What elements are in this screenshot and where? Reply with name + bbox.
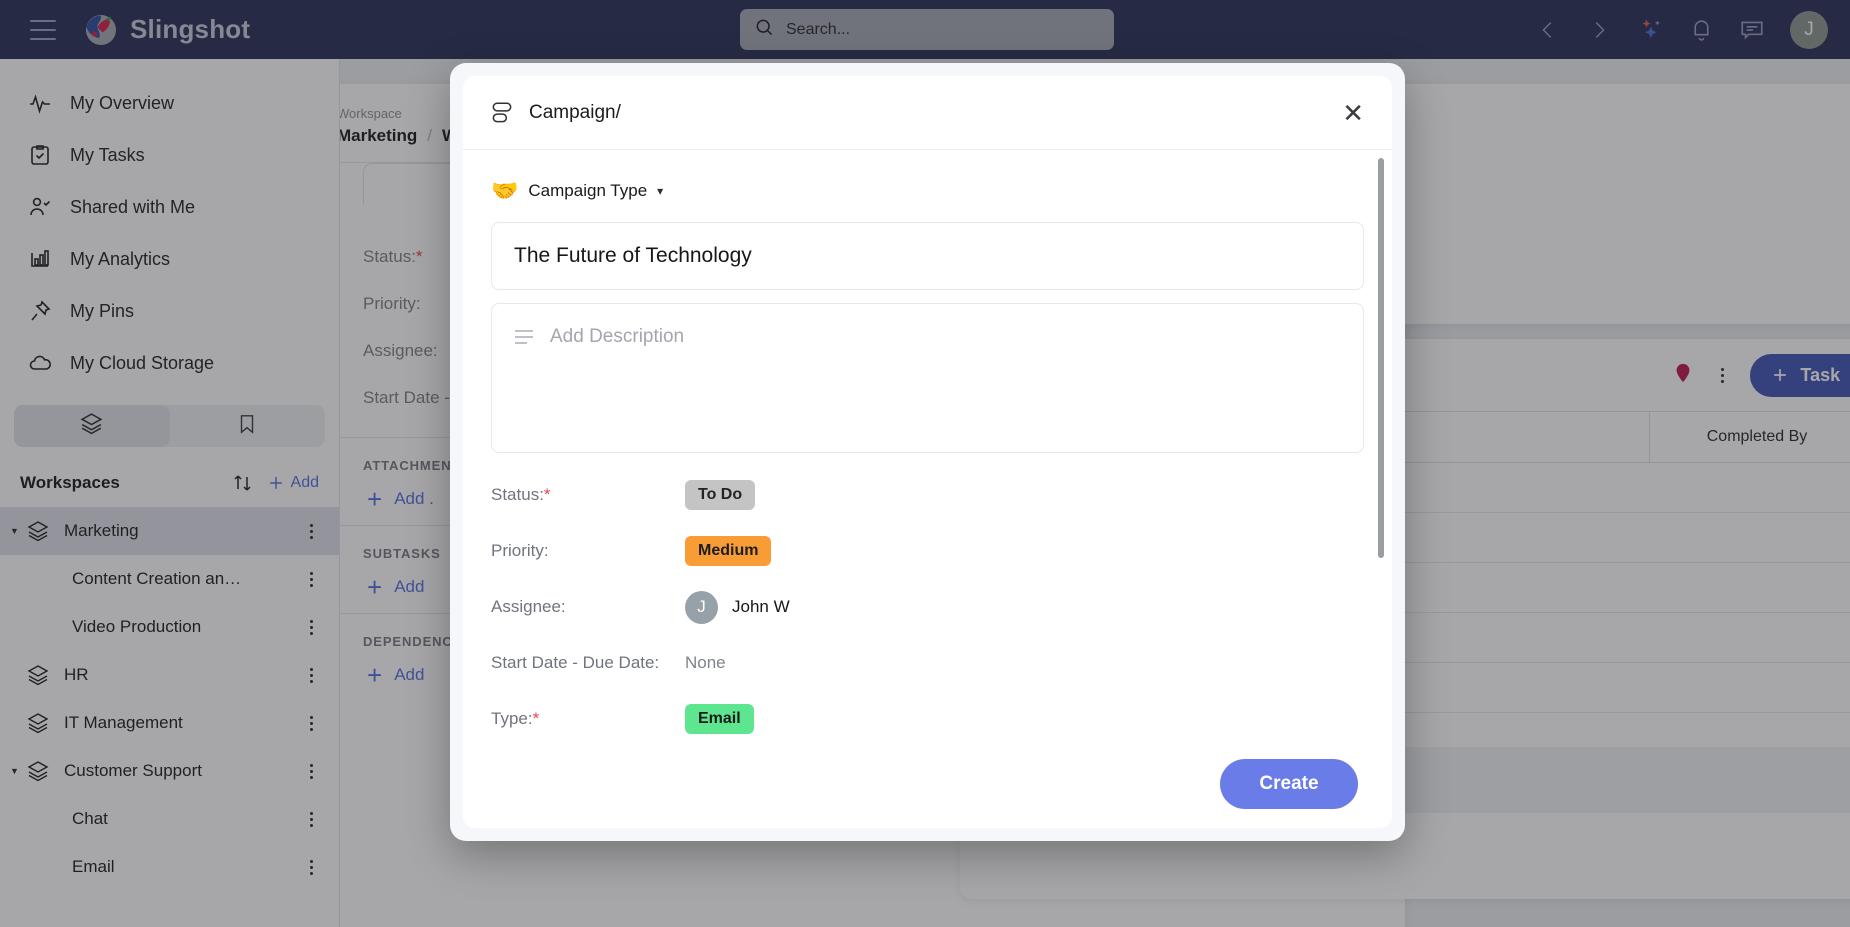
close-icon[interactable]: ✕ (1342, 100, 1364, 126)
task-title-field[interactable] (491, 222, 1364, 290)
chevron-down-icon: ▾ (657, 184, 664, 198)
task-description-field[interactable]: Add Description (491, 303, 1364, 453)
modal-field-label-wrap: Type:* (491, 709, 685, 729)
modal-field-label-wrap: Status:* (491, 485, 685, 505)
modal-field-row: Type:* Email (491, 691, 1364, 740)
priority-badge[interactable]: Medium (685, 536, 772, 566)
stack-icon (489, 100, 515, 126)
assignee-name: John W (732, 597, 790, 616)
create-task-modal: Campaign/ ✕ 🤝 Campaign Type ▾ Add (450, 63, 1405, 841)
modal-field-label: Status: (491, 485, 544, 504)
modal-title: Campaign/ (529, 101, 621, 123)
modal-field-label-wrap: Start Date - Due Date: (491, 653, 685, 673)
campaign-type-selector[interactable]: 🤝 Campaign Type ▾ (491, 180, 1364, 202)
modal-field-label-wrap: Assignee: (491, 597, 685, 617)
text-lines-icon (514, 329, 534, 430)
task-title-input[interactable] (514, 244, 1341, 268)
create-button[interactable]: Create (1220, 759, 1358, 809)
modal-field-row: Assignee: J John W (491, 579, 1364, 635)
modal-field-label: Start Date - Due Date: (491, 653, 660, 672)
handshake-icon: 🤝 (491, 178, 519, 203)
modal-footer: Create (463, 740, 1392, 828)
modal-field-list: Status:* To Do Priority: Medium Assignee: J Jo… (491, 453, 1364, 740)
modal-field-row: Start Date - Due Date: None (491, 635, 1364, 691)
type-badge[interactable]: Email (685, 704, 754, 734)
modal-field-label: Priority: (491, 541, 549, 560)
modal-field-row: Priority: Medium (491, 523, 1364, 579)
required-star: * (532, 709, 540, 728)
modal-field-label: Type: (491, 709, 533, 728)
date-range-value[interactable]: None (685, 653, 726, 673)
modal-field-row: Status:* To Do (491, 467, 1364, 523)
modal-body: 🤝 Campaign Type ▾ Add Description Status… (463, 150, 1392, 740)
avatar: J (685, 590, 718, 624)
app-root: My Overview My Tasks Shared with Me My A… (0, 0, 1850, 927)
assignee-value[interactable]: J John W (685, 590, 790, 624)
campaign-type-label: Campaign Type (528, 181, 648, 200)
modal-field-label: Assignee: (491, 597, 566, 616)
required-star: * (543, 485, 551, 504)
modal-scrollbar[interactable] (1378, 158, 1384, 558)
modal-field-label-wrap: Priority: (491, 541, 685, 561)
status-badge[interactable]: To Do (685, 480, 756, 510)
task-description-placeholder: Add Description (550, 326, 685, 347)
modal-header: Campaign/ ✕ (463, 76, 1392, 150)
